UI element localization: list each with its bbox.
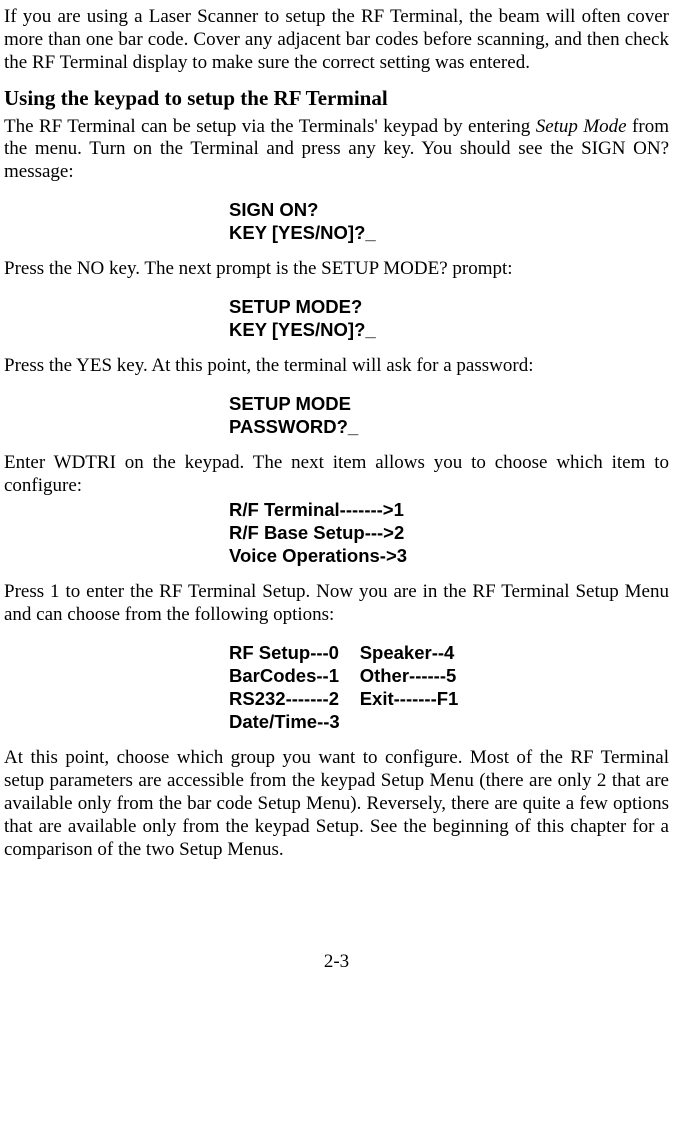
menu-line: RF Setup---0 xyxy=(229,641,340,664)
press-yes-paragraph: Press the YES key. At this point, the te… xyxy=(4,355,669,378)
menu-line: RS232-------2 xyxy=(229,687,340,710)
wdtri-paragraph: Enter WDTRI on the keypad. The next item… xyxy=(4,452,669,498)
menu-column-1: RF Setup---0 BarCodes--1 RS232-------2 D… xyxy=(229,641,340,734)
menu-column-2: Speaker--4 Other------5 Exit-------F1 xyxy=(360,641,459,734)
menu-line: Voice Operations->3 xyxy=(229,544,669,567)
prompt-password: SETUP MODE PASSWORD?_ xyxy=(229,392,669,438)
prompt-line: KEY [YES/NO]?_ xyxy=(229,318,669,341)
press-1-paragraph: Press 1 to enter the RF Terminal Setup. … xyxy=(4,581,669,627)
setup-paragraph-1: The RF Terminal can be setup via the Ter… xyxy=(4,116,669,184)
prompt-setup-mode: SETUP MODE? KEY [YES/NO]?_ xyxy=(229,295,669,341)
menu-line: Speaker--4 xyxy=(360,641,459,664)
menu-line: Date/Time--3 xyxy=(229,710,340,733)
prompt-line: KEY [YES/NO]?_ xyxy=(229,221,669,244)
setup-mode-italic: Setup Mode xyxy=(536,116,627,137)
menu-line: Other------5 xyxy=(360,664,459,687)
prompt-line: PASSWORD?_ xyxy=(229,415,669,438)
menu-line: Exit-------F1 xyxy=(360,687,459,710)
setup-text-1a: The RF Terminal can be setup via the Ter… xyxy=(4,116,536,137)
section-heading: Using the keypad to setup the RF Termina… xyxy=(4,86,669,111)
prompt-line: SIGN ON? xyxy=(229,198,669,221)
prompt-line: SETUP MODE xyxy=(229,392,669,415)
press-no-paragraph: Press the NO key. The next prompt is the… xyxy=(4,258,669,281)
prompt-sign-on: SIGN ON? KEY [YES/NO]?_ xyxy=(229,198,669,244)
page-number: 2-3 xyxy=(4,951,669,974)
menu-line: R/F Base Setup--->2 xyxy=(229,521,669,544)
menu-line: R/F Terminal------->1 xyxy=(229,498,669,521)
menu-rf-setup-options: RF Setup---0 BarCodes--1 RS232-------2 D… xyxy=(229,641,669,734)
intro-paragraph: If you are using a Laser Scanner to setu… xyxy=(4,6,669,74)
menu-line: BarCodes--1 xyxy=(229,664,340,687)
menu-config-items: R/F Terminal------->1 R/F Base Setup--->… xyxy=(229,498,669,567)
final-paragraph: At this point, choose which group you wa… xyxy=(4,747,669,861)
prompt-line: SETUP MODE? xyxy=(229,295,669,318)
